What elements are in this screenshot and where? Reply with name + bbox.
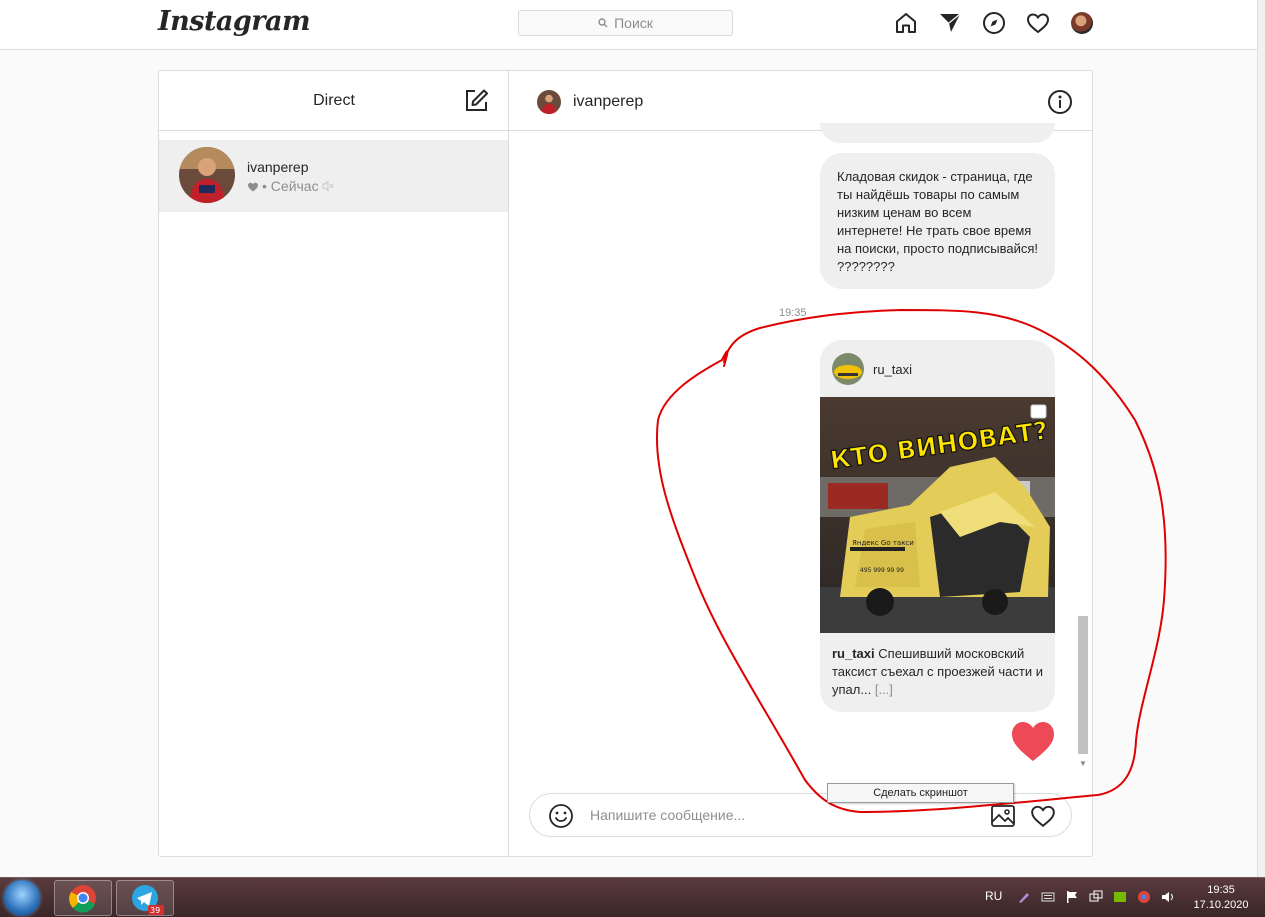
previous-message-bubble (820, 123, 1055, 143)
muted-icon (322, 180, 333, 192)
send-like-heart-icon[interactable] (1030, 803, 1056, 829)
explore-compass-icon[interactable] (982, 11, 1006, 35)
chat-scrollbar[interactable]: ▼ (1076, 131, 1092, 771)
pen-tray-icon[interactable] (1017, 890, 1031, 904)
gallery-image-icon[interactable] (990, 803, 1016, 829)
shared-post-caption: ru_taxi Спешивший московский таксист съе… (832, 645, 1047, 699)
thread-status: • Сейчас (247, 178, 334, 194)
telegram-icon: 39 (132, 885, 164, 915)
nvidia-tray-icon[interactable] (1113, 890, 1127, 904)
liked-heart-icon (248, 182, 258, 191)
clock-date: 17.10.2020 (1193, 899, 1249, 911)
chrome-icon (69, 885, 96, 913)
message-bubble: Кладовая скидок - страница, где ты найдё… (820, 153, 1055, 289)
top-navigation-bar: Instagram Поиск (0, 0, 1257, 50)
search-icon (598, 18, 608, 28)
info-icon[interactable] (1047, 89, 1073, 115)
shared-post-username: ru_taxi (873, 362, 913, 377)
threads-pane: Direct ivanperep • Сейчас (159, 71, 509, 856)
volume-tray-icon[interactable] (1161, 890, 1175, 904)
taskbar-telegram-button[interactable]: 39 (116, 880, 174, 916)
clock-time: 19:35 (1207, 884, 1235, 896)
thread-item[interactable]: ivanperep • Сейчас (159, 140, 508, 212)
shared-post-header: ru_taxi (820, 340, 1055, 397)
chat-username[interactable]: ivanperep (573, 93, 643, 111)
svg-text:Яндекс Go такси: Яндекс Go такси (852, 539, 914, 547)
search-placeholder: Поиск (614, 15, 653, 31)
direct-send-icon[interactable] (938, 11, 962, 35)
screenshot-tooltip[interactable]: Сделать скриншот (827, 783, 1014, 803)
page-scrollbar[interactable] (1257, 0, 1265, 877)
shared-post-card[interactable]: ru_taxi Яндекс Go такси 495 999 99 99 КТ… (820, 340, 1055, 712)
profile-avatar[interactable] (1071, 12, 1093, 34)
keyboard-tray-icon[interactable] (1041, 890, 1055, 904)
start-button[interactable] (4, 880, 40, 916)
direct-title: Direct (313, 92, 355, 109)
thread-avatar (179, 147, 235, 203)
network-tray-icon[interactable] (1089, 890, 1103, 904)
chat-scrollbar-thumb[interactable] (1078, 616, 1088, 754)
heart-like-icon[interactable] (1010, 719, 1056, 763)
chat-pane: ivanperep Кладовая скидок - страница, гд… (509, 71, 1092, 856)
emoji-icon[interactable] (548, 803, 574, 829)
language-indicator[interactable]: RU (985, 889, 1002, 903)
chat-scroll-down-arrow[interactable]: ▼ (1079, 759, 1087, 768)
flag-tray-icon[interactable] (1065, 890, 1079, 904)
threads-header: Direct (159, 71, 509, 131)
chat-header: ivanperep (509, 71, 1092, 131)
message-timestamp: 19:35 (779, 307, 807, 319)
thread-username: ivanperep (247, 159, 309, 175)
thread-status-text: • Сейчас (262, 178, 319, 194)
search-box[interactable]: Поиск (518, 10, 733, 36)
activity-heart-icon[interactable] (1026, 11, 1050, 35)
home-icon[interactable] (894, 11, 918, 35)
direct-container: Direct ivanperep • Сейчас ivanperep Клад… (158, 70, 1093, 857)
caption-username: ru_taxi (832, 646, 875, 661)
shared-post-image[interactable]: Яндекс Go такси 495 999 99 99 КТО ВИНОВА… (820, 397, 1055, 633)
chat-avatar[interactable] (537, 90, 561, 114)
shared-post-avatar (832, 353, 864, 385)
chrome-tray-icon[interactable] (1137, 890, 1151, 904)
caption-more-link[interactable]: [...] (875, 682, 893, 697)
message-input[interactable] (590, 805, 970, 825)
svg-text:495 999 99 99: 495 999 99 99 (860, 567, 904, 574)
telegram-badge: 39 (150, 906, 160, 915)
windows-taskbar: 39 RU 19:35 17.10.2020 (0, 877, 1265, 917)
taskbar-chrome-button[interactable] (54, 880, 112, 916)
instagram-logo[interactable]: Instagram (158, 6, 311, 37)
new-message-icon[interactable] (463, 88, 489, 114)
taskbar-clock[interactable]: 19:35 17.10.2020 (1186, 883, 1256, 913)
